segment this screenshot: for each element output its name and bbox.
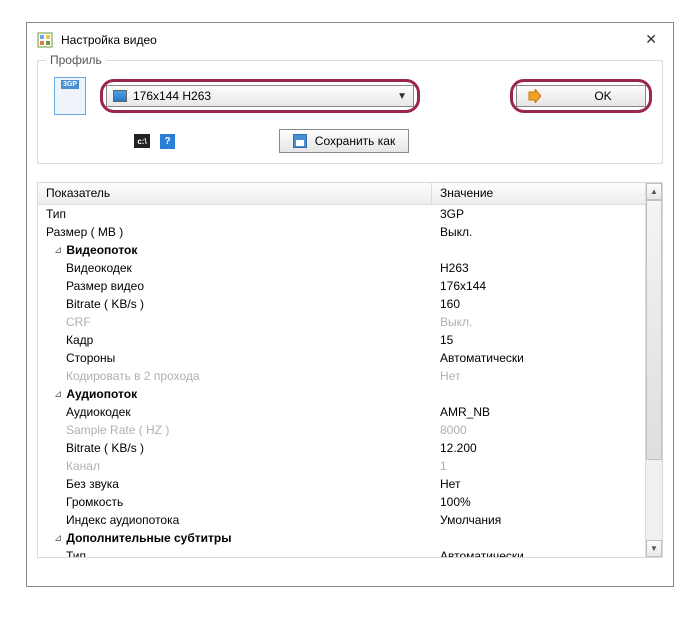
table-row[interactable]: CRFВыкл. [38,313,645,331]
cell-value: Нет [432,477,645,491]
cell-key: Стороны [38,351,432,365]
floppy-icon [293,134,307,148]
cell-key: Тип [38,207,432,221]
profile-legend: Профиль [46,53,106,67]
save-as-label: Сохранить как [315,134,395,148]
profile-combo-value: 176x144 H263 [133,89,391,103]
cell-value: 1 [432,459,645,473]
cell-value: AMR_NB [432,405,645,419]
table-row[interactable]: ⊿ Дополнительные субтитры [38,529,645,547]
format-file-icon: 3GP [54,77,86,115]
group-label: Видеопоток [66,243,137,257]
cell-value: 176x144 [432,279,645,293]
cell-value: 8000 [432,423,645,437]
cell-value: 15 [432,333,645,347]
cell-key: Без звука [38,477,432,491]
cell-value: Умолчания [432,513,645,527]
cell-key: Bitrate ( KB/s ) [38,441,432,455]
settings-table-container: Показатель Значение Тип3GPРазмер ( MB )В… [37,182,663,558]
cell-key: Тип [38,549,432,557]
cell-value: 160 [432,297,645,311]
arrow-right-icon [527,89,541,103]
scroll-thumb[interactable] [646,200,662,460]
group-label: Дополнительные субтитры [66,531,231,545]
ok-button-highlight: OK [510,79,652,113]
scroll-up-button[interactable]: ▲ [646,183,662,200]
scroll-track[interactable] [646,200,662,540]
console-icon[interactable]: c:\ [134,134,150,148]
film-icon [113,90,127,102]
cell-value: H263 [432,261,645,275]
header-value[interactable]: Значение [432,183,645,204]
cell-key: Громкость [38,495,432,509]
cell-key: ⊿ Видеопоток [38,243,432,257]
profile-combo-highlight: 176x144 H263 ▼ [100,79,420,113]
cell-value: Автоматически [432,549,645,557]
cell-key: Видеокодек [38,261,432,275]
cell-value: Автоматически [432,351,645,365]
cell-key: Аудиокодек [38,405,432,419]
table-row[interactable]: ВидеокодекH263 [38,259,645,277]
table-row[interactable]: ⊿ Видеопоток [38,241,645,259]
cell-value: Выкл. [432,315,645,329]
close-button[interactable]: ✕ [639,29,663,50]
table-row[interactable]: Sample Rate ( HZ )8000 [38,421,645,439]
cell-value: 100% [432,495,645,509]
cell-key: Кодировать в 2 прохода [38,369,432,383]
table-row[interactable]: ⊿ Аудиопоток [38,385,645,403]
table-row[interactable]: Bitrate ( KB/s )160 [38,295,645,313]
ok-button-label: OK [571,89,635,103]
table-row[interactable]: АудиокодекAMR_NB [38,403,645,421]
cell-key: Sample Rate ( HZ ) [38,423,432,437]
profile-combobox[interactable]: 176x144 H263 ▼ [106,85,414,107]
cell-key: Индекс аудиопотока [38,513,432,527]
table-row[interactable]: Канал1 [38,457,645,475]
cell-key: Bitrate ( KB/s ) [38,297,432,311]
titlebar: Настройка видео ✕ [27,23,673,60]
table-header: Показатель Значение [38,183,645,205]
cell-key: ⊿ Дополнительные субтитры [38,531,432,545]
table-row[interactable]: Bitrate ( KB/s )12.200 [38,439,645,457]
cell-value: Выкл. [432,225,645,239]
cell-key: CRF [38,315,432,329]
table-row[interactable]: Громкость100% [38,493,645,511]
table-row[interactable]: Кодировать в 2 проходаНет [38,367,645,385]
cell-value: 3GP [432,207,645,221]
cell-key: Размер ( MB ) [38,225,432,239]
save-as-button[interactable]: Сохранить как [279,129,409,153]
cell-key: Кадр [38,333,432,347]
twisty-icon[interactable]: ⊿ [54,245,62,256]
table-row[interactable]: Тип3GP [38,205,645,223]
cell-key: ⊿ Аудиопоток [38,387,432,401]
table-row[interactable]: Размер ( MB )Выкл. [38,223,645,241]
profile-groupbox: Профиль 3GP 176x144 H263 ▼ OK c:\ ? [37,60,663,164]
cell-value: 12.200 [432,441,645,455]
table-row[interactable]: Кадр15 [38,331,645,349]
ok-button[interactable]: OK [516,85,646,107]
table-row[interactable]: Без звукаНет [38,475,645,493]
window-title: Настройка видео [61,33,157,47]
settings-table: Показатель Значение Тип3GPРазмер ( MB )В… [38,183,645,557]
table-row[interactable]: ТипАвтоматически [38,547,645,557]
app-icon [37,32,53,48]
table-row[interactable]: СтороныАвтоматически [38,349,645,367]
dialog-window: Настройка видео ✕ Профиль 3GP 176x144 H2… [26,22,674,587]
scrollbar[interactable]: ▲ ▼ [645,183,662,557]
cell-key: Канал [38,459,432,473]
twisty-icon[interactable]: ⊿ [54,389,62,400]
scroll-down-button[interactable]: ▼ [646,540,662,557]
cell-key: Размер видео [38,279,432,293]
cell-value: Нет [432,369,645,383]
chevron-down-icon: ▼ [397,91,407,102]
table-row[interactable]: Индекс аудиопотокаУмолчания [38,511,645,529]
group-label: Аудиопоток [66,387,137,401]
table-row[interactable]: Размер видео176x144 [38,277,645,295]
twisty-icon[interactable]: ⊿ [54,533,62,544]
help-icon[interactable]: ? [160,134,175,149]
header-key[interactable]: Показатель [38,183,432,204]
